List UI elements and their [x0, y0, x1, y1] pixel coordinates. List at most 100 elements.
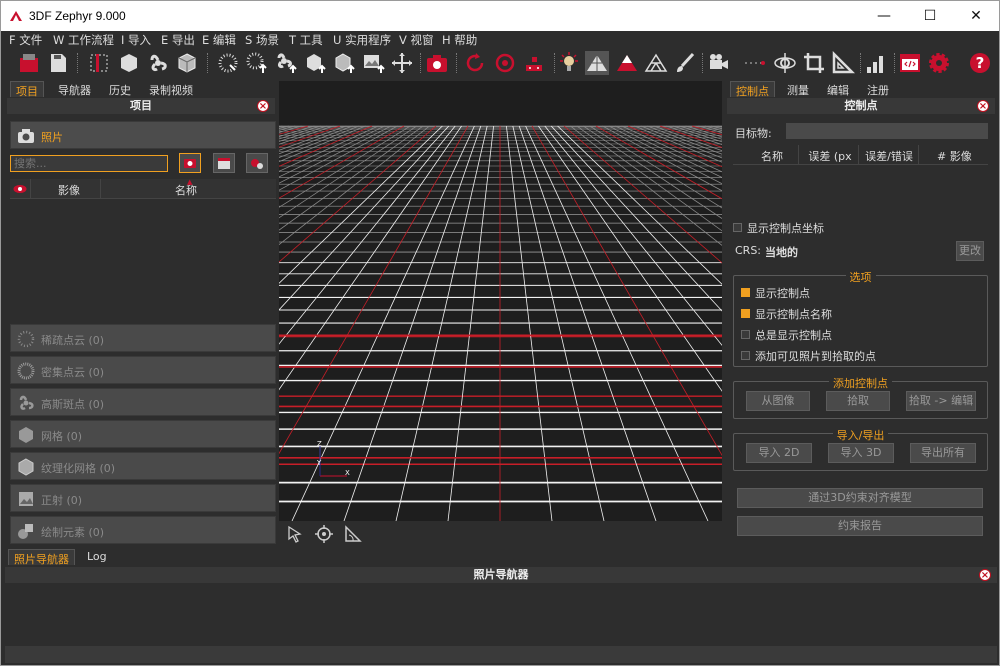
menu-edit[interactable]: E 编辑	[202, 32, 236, 48]
photos-label: 照片	[41, 131, 63, 144]
close-control-points-icon[interactable]: ×	[977, 100, 989, 112]
menu-file[interactable]: F 文件	[9, 32, 42, 48]
tab-measure[interactable]: 测量	[782, 81, 814, 97]
target-icon[interactable]	[315, 525, 333, 543]
screenshot-icon[interactable]	[425, 51, 449, 75]
column-name[interactable]: 名称	[761, 148, 783, 164]
column-error-px[interactable]: 误差 (px	[805, 148, 855, 164]
close-window-button[interactable]: ✕	[953, 1, 999, 31]
maximize-button[interactable]: ☐	[907, 1, 953, 31]
import-3d-button[interactable]: 导入 3D	[828, 443, 894, 463]
brush-icon[interactable]	[673, 51, 697, 75]
light-bulb-icon[interactable]	[557, 51, 581, 75]
mesh-import-icon[interactable]	[303, 51, 327, 75]
menu-help[interactable]: H 帮助	[442, 32, 477, 48]
tab-project[interactable]: 项目	[10, 81, 44, 98]
tab-log[interactable]: Log	[82, 549, 112, 565]
always-show-checkbox[interactable]	[741, 330, 750, 339]
dotted-line-icon[interactable]	[743, 51, 767, 75]
menu-utilities[interactable]: U 实用程序	[333, 32, 391, 48]
from-image-button[interactable]: 从图像	[746, 391, 810, 411]
tab-navigator[interactable]: 导航器	[53, 81, 96, 97]
textured-mesh-section[interactable]: 纹理化网格 (0)	[10, 452, 276, 480]
pick-edit-button[interactable]: 拾取 -> 编辑	[906, 391, 976, 411]
tab-edit[interactable]: 编辑	[822, 81, 854, 97]
tab-record-video[interactable]: 录制视频	[144, 81, 198, 97]
menu-workflow[interactable]: W 工作流程	[53, 32, 114, 48]
column-name[interactable]: 名称	[175, 182, 197, 198]
change-crs-button[interactable]: 更改	[956, 241, 984, 261]
rotate-right-icon[interactable]	[493, 51, 517, 75]
dense-pointcloud-section[interactable]: 密集点云 (0)	[10, 356, 276, 384]
align-by-constraints-button[interactable]: 通过3D约束对齐模型	[737, 488, 983, 508]
photos-section[interactable]: 照片	[10, 121, 276, 149]
menu-scene[interactable]: S 场景	[245, 32, 279, 48]
close-photo-navigator-icon[interactable]: ×	[979, 569, 991, 581]
eye-icon[interactable]	[13, 184, 27, 194]
orthophoto-section[interactable]: 正射 (0)	[10, 484, 276, 512]
textured-mode-icon[interactable]	[615, 51, 639, 75]
import-points-icon[interactable]	[245, 51, 269, 75]
wireframe-mode-icon[interactable]	[644, 51, 668, 75]
gaussian-splat-section[interactable]: 高斯斑点 (0)	[10, 388, 276, 416]
save-project-icon[interactable]	[46, 51, 70, 75]
3d-viewport[interactable]: Z Y X	[279, 81, 722, 546]
minimize-button[interactable]: —	[861, 1, 907, 31]
show-point-names-checkbox[interactable]	[741, 309, 750, 318]
export-all-button[interactable]: 导出所有	[910, 443, 976, 463]
target-field[interactable]	[786, 123, 988, 139]
dense-points-icon[interactable]	[216, 51, 240, 75]
pick-button[interactable]: 拾取	[826, 391, 890, 411]
column-divider	[858, 145, 859, 165]
search-input[interactable]	[10, 155, 168, 172]
workflow-icon[interactable]	[87, 51, 111, 75]
protractor-icon[interactable]	[344, 525, 362, 543]
filter-settings-icon[interactable]	[246, 153, 268, 173]
rotate-left-icon[interactable]	[463, 51, 487, 75]
add-control-point-group: 添加控制点 从图像 拾取 拾取 -> 编辑	[733, 377, 988, 419]
ruler-triangle-icon[interactable]	[831, 51, 855, 75]
add-visible-photos-checkbox[interactable]	[741, 351, 750, 360]
menu-tools[interactable]: T 工具	[289, 32, 323, 48]
textured-mesh-icon[interactable]	[175, 51, 199, 75]
help-icon[interactable]: ?	[968, 51, 992, 75]
settings-icon[interactable]	[927, 51, 951, 75]
show-coords-checkbox[interactable]	[733, 223, 742, 232]
column-images[interactable]: # 影像	[937, 148, 972, 164]
menu-view[interactable]: V 视窗	[399, 32, 434, 48]
move-points-icon[interactable]	[390, 51, 414, 75]
crs-label: CRS:	[735, 244, 762, 257]
camera-track-icon[interactable]	[707, 51, 731, 75]
menu-export[interactable]: E 导出	[161, 32, 195, 48]
mesh-section[interactable]: 网格 (0)	[10, 420, 276, 448]
image-import-icon[interactable]	[361, 51, 385, 75]
split-icon[interactable]	[146, 51, 170, 75]
crop-icon[interactable]	[802, 51, 826, 75]
code-window-icon[interactable]	[898, 51, 922, 75]
camera-filter-icon[interactable]	[179, 153, 201, 173]
menu-import[interactable]: I 导入	[121, 32, 151, 48]
tab-history[interactable]: 历史	[104, 81, 136, 97]
tab-photo-navigator[interactable]: 照片导航器	[8, 549, 75, 566]
mesh-icon[interactable]	[117, 51, 141, 75]
sparse-pointcloud-section[interactable]: 稀疏点云 (0)	[10, 324, 276, 352]
show-points-checkbox[interactable]	[741, 288, 750, 297]
column-image[interactable]: 影像	[58, 182, 80, 198]
import-2d-button[interactable]: 导入 2D	[746, 443, 812, 463]
tab-control-points[interactable]: 控制点	[730, 81, 775, 98]
close-project-panel-icon[interactable]: ×	[257, 100, 269, 112]
tie-points-icon[interactable]	[274, 51, 298, 75]
level-bars-icon[interactable]	[864, 51, 888, 75]
drawing-elements-section[interactable]: 绘制元素 (0)	[10, 516, 276, 544]
column-error[interactable]: 误差/错误	[864, 148, 914, 164]
new-project-icon[interactable]	[17, 51, 41, 75]
orbit-icon[interactable]	[773, 51, 797, 75]
tab-register[interactable]: 注册	[862, 81, 894, 97]
import-export-title: 导入/导出	[734, 427, 987, 443]
control-points-icon[interactable]	[522, 51, 546, 75]
solid-mode-icon[interactable]	[585, 51, 609, 75]
constraint-report-button[interactable]: 约束报告	[737, 516, 983, 536]
calendar-icon[interactable]	[213, 153, 235, 173]
textured-import-icon[interactable]	[332, 51, 356, 75]
pointer-icon[interactable]	[286, 525, 304, 543]
